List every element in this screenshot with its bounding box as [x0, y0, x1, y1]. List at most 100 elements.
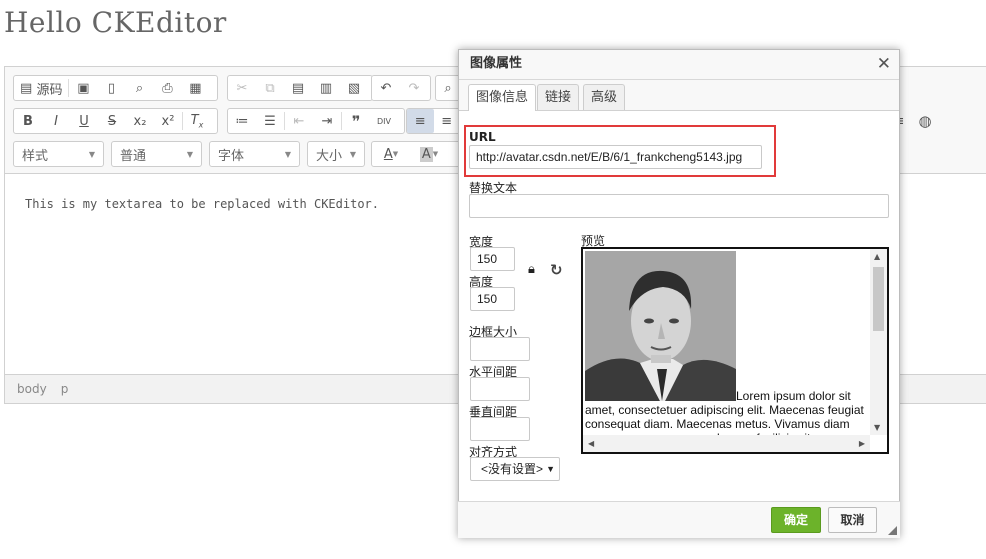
scroll-up-icon[interactable]: ▲: [874, 252, 880, 261]
style-combo[interactable]: 样式 ▼: [13, 141, 104, 167]
toolbar-group-paragraph: ≔ ☰ ⇤ ⇥ ❞ DIV: [227, 108, 405, 134]
height-input[interactable]: 150: [470, 287, 515, 311]
globe-icon: ◍: [918, 112, 932, 130]
vspace-input[interactable]: [470, 417, 530, 441]
undo-button[interactable]: ↶: [372, 76, 400, 100]
text-color-button[interactable]: A ▼: [372, 142, 410, 166]
align-left-button[interactable]: ≡: [407, 109, 434, 133]
tab-advanced[interactable]: 高级: [583, 84, 626, 110]
toolbar-group-colors: A ▼ A ▼: [371, 141, 461, 167]
dialog-tabs: 图像信息 链接 高级: [459, 80, 899, 111]
resize-handle-icon[interactable]: [888, 526, 897, 535]
cancel-button[interactable]: 取消: [828, 507, 877, 533]
italic-icon: I: [54, 113, 58, 129]
size-combo[interactable]: 大小 ▼: [307, 141, 365, 167]
blockquote-button[interactable]: ❞: [342, 109, 370, 133]
chevron-down-icon: ▼: [88, 149, 95, 159]
path-p[interactable]: p: [61, 382, 69, 396]
paste-text-button[interactable]: ▥: [312, 76, 340, 100]
source-icon: ▤: [20, 80, 33, 96]
underline-button[interactable]: U: [70, 109, 98, 133]
format-combo[interactable]: 普通 ▼: [111, 141, 202, 167]
preview-button[interactable]: ⌕: [125, 76, 153, 100]
redo-icon: ↷: [408, 80, 420, 96]
chevron-down-icon: ▼: [349, 149, 356, 159]
find-button[interactable]: ⌕: [436, 76, 460, 100]
size-combo-label: 大小: [316, 148, 343, 164]
preview-float-spacer: [585, 399, 736, 400]
bg-color-button[interactable]: A ▼: [410, 142, 448, 166]
ok-button[interactable]: 确定: [771, 507, 821, 533]
paste-word-button[interactable]: ▧: [340, 76, 368, 100]
preview-icon: ⌕: [135, 80, 144, 96]
print-button[interactable]: ⎙: [153, 76, 181, 100]
alt-text-input[interactable]: [469, 194, 889, 218]
templates-button[interactable]: ▦: [181, 76, 209, 100]
toolbar-group-basicstyles: B I U S x₂ x² Tx: [13, 108, 218, 134]
page-title: Hello CKEditor: [4, 6, 227, 39]
scroll-left-icon[interactable]: ◀: [588, 439, 594, 448]
source-label: 源码: [36, 82, 63, 98]
paste-button[interactable]: ▤: [284, 76, 312, 100]
toolbar-group-undo: ↶ ↷: [371, 75, 431, 101]
subscript-button[interactable]: x₂: [126, 109, 154, 133]
align-center-button[interactable]: ≡: [434, 109, 461, 133]
div-container-button[interactable]: DIV: [370, 109, 398, 133]
preview-horizontal-scrollbar[interactable]: ◀ ▶: [583, 435, 870, 452]
superscript-button[interactable]: x²: [154, 109, 182, 133]
scroll-thumb[interactable]: [873, 267, 884, 331]
close-icon[interactable]: ✕: [877, 54, 891, 74]
reset-size-icon[interactable]: ↻: [550, 261, 563, 279]
cut-button[interactable]: ✂: [228, 76, 256, 100]
url-label: URL: [469, 130, 496, 144]
scroll-right-icon[interactable]: ▶: [859, 439, 865, 448]
border-input[interactable]: [470, 337, 530, 361]
copy-button[interactable]: ⧉: [256, 76, 284, 100]
tab-image-info[interactable]: 图像信息: [468, 84, 537, 111]
save-button[interactable]: ▣: [69, 76, 97, 100]
subscript-icon: x₂: [133, 113, 147, 129]
scroll-down-icon[interactable]: ▼: [874, 423, 880, 432]
preview-vertical-scrollbar[interactable]: ▲ ▼: [870, 249, 887, 435]
bulleted-list-button[interactable]: ☰: [256, 109, 284, 133]
language-button[interactable]: ◍: [911, 109, 939, 133]
strike-icon: S: [107, 113, 117, 129]
editor-content-text: This is my textarea to be replaced with …: [25, 197, 380, 211]
redo-button[interactable]: ↷: [400, 76, 428, 100]
tab-link[interactable]: 链接: [537, 84, 580, 110]
toolbar-group-clipboard: ✂ ⧉ ▤ ▥ ▧: [227, 75, 373, 101]
format-combo-label: 普通: [120, 148, 147, 164]
source-button[interactable]: ▤ 源码: [14, 76, 68, 100]
dialog-title[interactable]: 图像属性: [459, 50, 899, 80]
preview-image: [585, 251, 736, 401]
lock-ratio-icon[interactable]: 🔒︎: [528, 262, 535, 277]
toolbar-group-align: ≡ ≡: [406, 108, 461, 134]
bold-icon: B: [23, 113, 33, 129]
outdent-button[interactable]: ⇤: [285, 109, 313, 133]
hspace-input[interactable]: [470, 377, 530, 401]
chevron-down-icon: ▼: [284, 149, 291, 159]
width-input[interactable]: 150: [470, 247, 515, 271]
copy-icon: ⧉: [265, 80, 275, 96]
style-combo-label: 样式: [22, 148, 49, 164]
indent-button[interactable]: ⇥: [313, 109, 341, 133]
url-input[interactable]: http://avatar.csdn.net/E/B/6/1_frankchen…: [469, 145, 762, 169]
remove-format-icon: Tx: [190, 112, 204, 130]
new-page-button[interactable]: ▯: [97, 76, 125, 100]
indent-icon: ⇥: [321, 113, 333, 129]
paste-icon: ▤: [291, 80, 305, 96]
remove-format-button[interactable]: Tx: [183, 109, 211, 133]
cut-icon: ✂: [236, 80, 248, 96]
print-icon: ⎙: [162, 80, 173, 96]
align-select[interactable]: <没有设置> ▼: [470, 457, 560, 481]
italic-button[interactable]: I: [42, 109, 70, 133]
bold-button[interactable]: B: [14, 109, 42, 133]
font-combo[interactable]: 字体 ▼: [209, 141, 300, 167]
chevron-down-icon: ▼: [392, 150, 399, 158]
path-body[interactable]: body: [17, 382, 47, 396]
numbered-list-icon: ≔: [235, 113, 249, 129]
strike-button[interactable]: S: [98, 109, 126, 133]
numbered-list-button[interactable]: ≔: [228, 109, 256, 133]
align-left-icon: ≡: [414, 113, 426, 129]
image-preview: Lorem ipsum dolor sit amet, consectetuer…: [581, 247, 889, 454]
